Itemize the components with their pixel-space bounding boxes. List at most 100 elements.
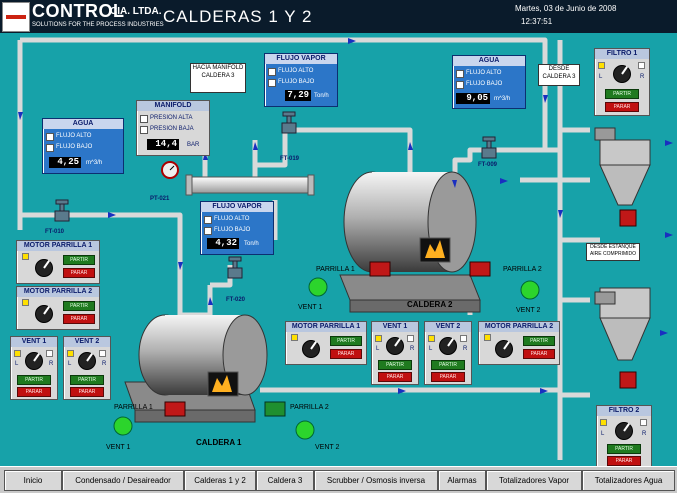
selector-knob[interactable] [613, 65, 631, 83]
partir-button[interactable]: PARTIR [330, 336, 362, 346]
flujo-bajo-indicator [268, 79, 276, 87]
status-led [484, 334, 491, 341]
flujo-alto-label: FLUJO ALTO [214, 216, 250, 222]
brand-tagline: SOLUTIONS FOR THE PROCESS INDUSTRIES [32, 22, 164, 28]
nav-totalizadores-agua[interactable]: Totalizadores Agua [582, 470, 675, 491]
selector-knob[interactable] [615, 422, 633, 440]
motor-parrilla-2-control-c2: MOTOR PARRILLA 2 PARTIR PARAR [478, 321, 560, 365]
vent-1-control-left: VENT 1 L R PARTIR PARAR [10, 336, 58, 400]
caldera-2-label: CALDERA 2 [407, 300, 453, 309]
partir-button[interactable]: PARTIR [378, 360, 412, 370]
agua-panel-1: AGUA FLUJO ALTO FLUJO BAJO 4,25 m^3/h [42, 118, 124, 174]
brand-suffix: CIA. LTDA. [110, 6, 162, 17]
nav-caldera-3[interactable]: Caldera 3 [256, 470, 314, 491]
presion-alta-indicator [140, 115, 148, 123]
filtro-2-control: FILTRO 2 L R PARTIR PARAR [596, 405, 652, 467]
flujo-alto-label: FLUJO ALTO [466, 70, 502, 76]
vent-2-label-c1: VENT 2 [315, 444, 340, 451]
status-led-r [46, 350, 53, 357]
vapor-value: 4,32 [207, 238, 239, 249]
status-led [600, 419, 607, 426]
panel-title: AGUA [453, 56, 525, 66]
status-led [22, 253, 29, 260]
partir-button[interactable]: PARTIR [17, 375, 51, 385]
flujo-alto-indicator [46, 133, 54, 141]
scada-screen: CONTROL CIA. LTDA. SOLUTIONS FOR THE PRO… [0, 0, 677, 493]
selector-knob[interactable] [35, 305, 53, 323]
nav-totalizadores-vapor[interactable]: Totalizadores Vapor [486, 470, 582, 491]
remote-label: R [642, 431, 647, 437]
flujo-vapor-panel-2: FLUJO VAPOR FLUJO ALTO FLUJO BAJO 4,32 T… [200, 201, 274, 255]
status-led [375, 335, 382, 342]
status-led [428, 335, 435, 342]
selector-knob[interactable] [35, 259, 53, 277]
presion-baja-label: PRESION BAJA [150, 126, 194, 132]
parar-button[interactable]: PARAR [17, 387, 51, 397]
panel-title: VENT 2 [64, 337, 110, 347]
parar-button[interactable]: PARAR [63, 268, 95, 278]
partir-button[interactable]: PARTIR [523, 336, 555, 346]
filtro-1-control: FILTRO 1 L R PARTIR PARAR [594, 48, 650, 116]
note-desde-caldera-3: DESDE CALDERA 3 [538, 64, 580, 86]
nav-calderas-1-y-2[interactable]: Calderas 1 y 2 [184, 470, 256, 491]
partir-button[interactable]: PARTIR [63, 255, 95, 265]
vent-1-label-c2: VENT 1 [298, 304, 323, 311]
partir-button[interactable]: PARTIR [70, 375, 104, 385]
panel-title: MOTOR PARRILLA 1 [286, 322, 366, 332]
panel-title: MANIFOLD [137, 101, 209, 111]
local-label: L [599, 74, 603, 80]
note-desde-estanque: DESDE ESTANQUE AIRE COMPRIMIDO [586, 243, 640, 261]
partir-button[interactable]: PARTIR [605, 89, 639, 99]
panel-title: VENT 1 [11, 337, 57, 347]
agua-unit: m^3/h [86, 160, 103, 166]
nav-alarmas[interactable]: Alarmas [438, 470, 486, 491]
agua-value: 9,05 [456, 93, 490, 104]
selector-knob[interactable] [439, 337, 457, 355]
remote-label: R [640, 74, 645, 80]
parar-button[interactable]: PARAR [70, 387, 104, 397]
flujo-alto-label: FLUJO ALTO [278, 68, 314, 74]
tag-ft-020: FT-020 [226, 297, 246, 303]
selector-knob[interactable] [25, 352, 43, 370]
panel-title: FILTRO 2 [597, 406, 651, 416]
selector-knob[interactable] [78, 352, 96, 370]
panel-title: MOTOR PARRILLA 2 [479, 322, 559, 332]
nav-condensado[interactable]: Condensado / Desaireador [62, 470, 184, 491]
presion-baja-indicator [140, 126, 148, 134]
panel-title: VENT 1 [372, 322, 418, 332]
parar-button[interactable]: PARAR [378, 372, 412, 382]
tag-ft-009: FT-009 [478, 162, 498, 168]
selector-knob[interactable] [495, 340, 513, 358]
flujo-bajo-label: FLUJO BAJO [56, 144, 93, 150]
selector-knob[interactable] [302, 340, 320, 358]
partir-button[interactable]: PARTIR [431, 360, 465, 370]
nav-scrubber[interactable]: Scrubber / Osmosis inversa [314, 470, 438, 491]
parar-button[interactable]: PARAR [607, 456, 641, 466]
status-led [67, 350, 74, 357]
manifold-value: 14,4 [147, 139, 179, 150]
selector-knob[interactable] [386, 337, 404, 355]
parrilla-1-label-c1: PARRILLA 1 [114, 404, 153, 411]
parrilla-2-label-c2: PARRILLA 2 [503, 266, 542, 273]
flujo-alto-indicator [268, 68, 276, 76]
status-led-r [407, 335, 414, 342]
parar-button[interactable]: PARAR [431, 372, 465, 382]
remote-label: R [410, 346, 415, 352]
flujo-alto-indicator [204, 216, 212, 224]
parrilla-2-label-c1: PARRILLA 2 [290, 404, 329, 411]
panel-title: MOTOR PARRILLA 2 [17, 287, 99, 297]
partir-button[interactable]: PARTIR [63, 301, 95, 311]
parar-button[interactable]: PARAR [605, 102, 639, 112]
vapor-value: 7,29 [285, 90, 311, 101]
local-label: L [601, 431, 605, 437]
remote-label: R [102, 361, 107, 367]
vent-2-label-c2: VENT 2 [516, 307, 541, 314]
note-manifold-caldera-3: HACIA MANIFOLD CALDERA 3 [190, 63, 246, 93]
parar-button[interactable]: PARAR [523, 349, 555, 359]
motor-parrilla-2-control: MOTOR PARRILLA 2 PARTIR PARAR [16, 286, 100, 330]
parar-button[interactable]: PARAR [63, 314, 95, 324]
nav-inicio[interactable]: Inicio [4, 470, 62, 491]
partir-button[interactable]: PARTIR [607, 444, 641, 454]
agua-panel-2: AGUA FLUJO ALTO FLUJO BAJO 9,05 m^3/h [452, 55, 526, 109]
parar-button[interactable]: PARAR [330, 349, 362, 359]
